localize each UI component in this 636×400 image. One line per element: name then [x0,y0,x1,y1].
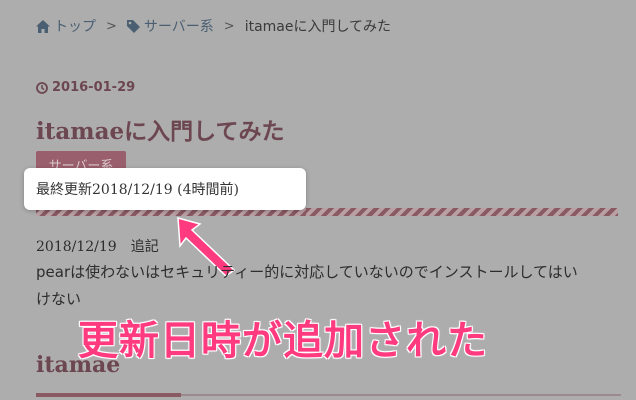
divider-stripe [306,208,618,216]
section-heading: itamae [36,352,121,378]
post-date-text: 2016-01-29 [52,80,136,95]
clock-icon [36,81,48,94]
updated-highlight-box: 最終更新2018/12/19 (4時間前) [24,168,306,210]
breadcrumb-current: itamaeに入門してみた [244,19,392,35]
breadcrumb-home-label: トップ [54,19,96,35]
home-icon [36,19,50,33]
breadcrumb-home-link[interactable]: トップ [36,16,96,36]
post-date: 2016-01-29 [36,80,135,95]
breadcrumb: トップ > サーバー系 > itamaeに入門してみた [36,15,391,37]
annotation-caption: 更新日時が追加された [78,318,488,364]
post-title: itamaeに入門してみた [36,118,285,145]
body-text-line: けない [36,290,82,308]
breadcrumb-separator: > [106,18,117,34]
last-updated-text: 最終更新2018/12/19 (4時間前) [36,182,239,198]
note-date: 2018/12/19 追記 [36,239,159,255]
breadcrumb-separator: > [223,18,235,34]
body-text-line: pearは使わないはセキュリティー的に対応していないのでインストールしてはい [36,263,578,281]
tag-icon [126,19,140,33]
heading-underline-accent [36,393,181,397]
breadcrumb-category-link[interactable]: サーバー系 [126,16,214,36]
breadcrumb-category-label: サーバー系 [143,19,214,35]
heading-underline [181,394,621,396]
